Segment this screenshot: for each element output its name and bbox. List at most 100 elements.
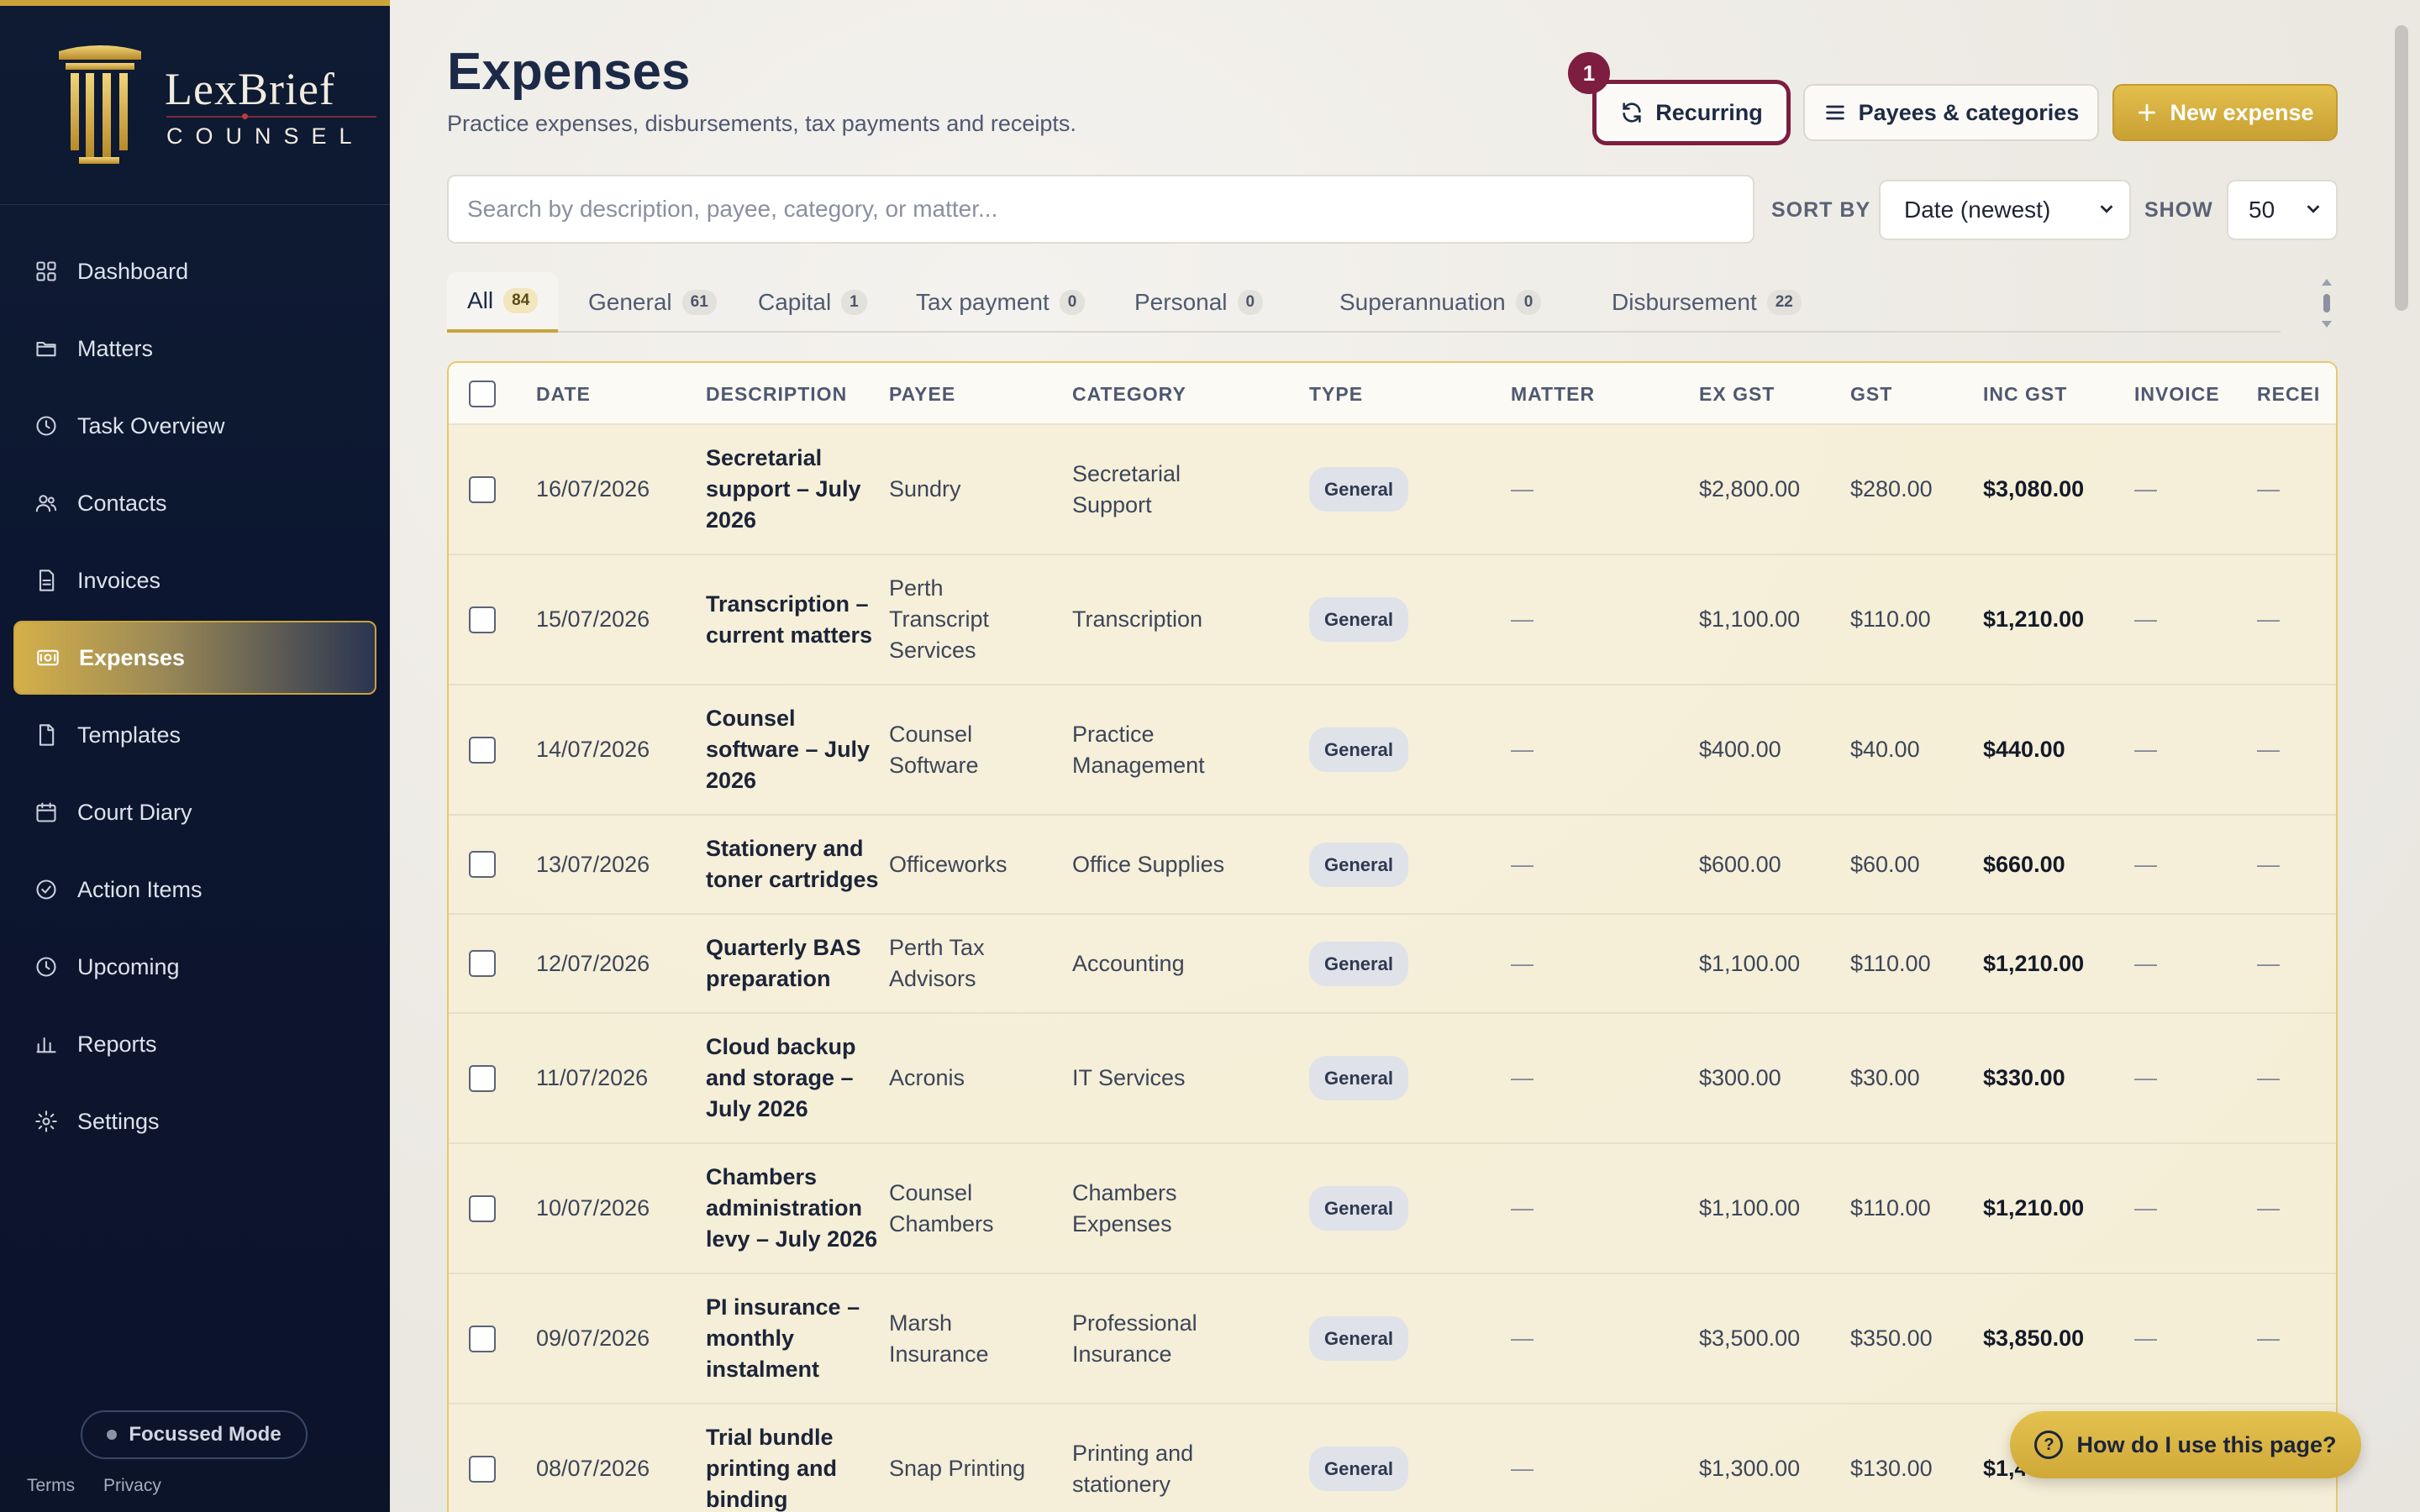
cell-type: General bbox=[1309, 1404, 1408, 1512]
description-line: administration bbox=[706, 1195, 863, 1221]
cell-description[interactable]: Quarterly BAS preparation bbox=[706, 915, 861, 1012]
column-header-matter[interactable]: MATTER bbox=[1511, 363, 1595, 425]
plus-icon bbox=[2136, 102, 2158, 123]
cell-description[interactable]: Stationery and toner cartridges bbox=[706, 816, 879, 913]
sidebar-item-reports[interactable]: Reports bbox=[13, 1007, 376, 1081]
select-all-checkbox[interactable] bbox=[469, 363, 496, 425]
payee-line: Transcript bbox=[889, 606, 990, 632]
cell-description[interactable]: Transcription – current matters bbox=[706, 555, 872, 684]
row-checkbox[interactable] bbox=[469, 816, 496, 913]
table-row[interactable]: 09/07/2026 PI insurance – monthly instalmen… bbox=[449, 1274, 2336, 1404]
sidebar-item-action-items[interactable]: Action Items bbox=[13, 853, 376, 927]
cell-description[interactable]: Cloud backup and storage – July 2026 bbox=[706, 1014, 856, 1142]
type-badge: General bbox=[1309, 1056, 1408, 1100]
cell-description[interactable]: Chambers administration levy – July 2026 bbox=[706, 1144, 877, 1273]
sidebar-item-settings[interactable]: Settings bbox=[13, 1084, 376, 1158]
logo[interactable]: LexBrief COUNSEL bbox=[54, 43, 376, 177]
list-icon bbox=[1823, 101, 1847, 124]
sidebar-item-court-diary[interactable]: Court Diary bbox=[13, 775, 376, 849]
privacy-link[interactable]: Privacy bbox=[103, 1476, 161, 1495]
table-row[interactable]: 12/07/2026 Quarterly BAS preparation Perth … bbox=[449, 915, 2336, 1014]
row-checkbox[interactable] bbox=[469, 1014, 496, 1142]
bar-chart-icon bbox=[34, 1032, 59, 1057]
tab-general[interactable]: General 61 bbox=[588, 272, 717, 333]
row-checkbox[interactable] bbox=[469, 1274, 496, 1403]
column-header-category[interactable]: CATEGORY bbox=[1072, 363, 1186, 425]
payee-line: Advisors bbox=[889, 966, 976, 991]
column-header-description[interactable]: DESCRIPTION bbox=[706, 363, 847, 425]
cell-ex-gst: $600.00 bbox=[1699, 851, 1781, 877]
row-checkbox[interactable] bbox=[469, 1404, 496, 1512]
sidebar-item-templates[interactable]: Templates bbox=[13, 698, 376, 772]
terms-link[interactable]: Terms bbox=[27, 1476, 75, 1495]
cell-inc-gst: $3,080.00 bbox=[1983, 476, 2085, 501]
payees-categories-button[interactable]: Payees & categories bbox=[1803, 84, 2099, 141]
recurring-button[interactable]: Recurring bbox=[1597, 84, 1786, 141]
description-line: software – July bbox=[706, 737, 871, 762]
sidebar-item-matters[interactable]: Matters bbox=[13, 312, 376, 386]
sort-select[interactable]: Date (newest) bbox=[1879, 180, 2131, 240]
search-input[interactable]: Search by description, payee, category, … bbox=[447, 175, 1754, 244]
table-row[interactable]: 13/07/2026 Stationery and toner cartridges… bbox=[449, 816, 2336, 915]
tab-superannuation[interactable]: Superannuation 0 bbox=[1339, 272, 1542, 333]
table-row[interactable]: 15/07/2026 Transcription – current matters… bbox=[449, 555, 2336, 685]
cell-inc-gst: $330.00 bbox=[1983, 1065, 2065, 1090]
row-checkbox[interactable] bbox=[469, 555, 496, 684]
cell-category: IT Services bbox=[1072, 1014, 1186, 1142]
sidebar-item-task-overview[interactable]: Task Overview bbox=[13, 389, 376, 463]
column-header-payee[interactable]: PAYEE bbox=[889, 363, 955, 425]
sidebar-item-dashboard[interactable]: Dashboard bbox=[13, 234, 376, 308]
tab-disbursement[interactable]: Disbursement 22 bbox=[1612, 272, 1802, 333]
payee-line: Services bbox=[889, 638, 976, 663]
table-row[interactable]: 16/07/2026 Secretarial support – July 2026 S… bbox=[449, 425, 2336, 555]
focus-mode-toggle[interactable]: Focussed Mode bbox=[81, 1410, 308, 1459]
cell-date: 12/07/2026 bbox=[536, 950, 650, 976]
cell-receipt: — bbox=[2257, 1195, 2280, 1221]
cell-date: 14/07/2026 bbox=[536, 737, 650, 762]
row-checkbox[interactable] bbox=[469, 425, 496, 554]
cell-ex-gst: $1,100.00 bbox=[1699, 1195, 1801, 1221]
sidebar-item-label: Upcoming bbox=[77, 953, 180, 979]
payee-line: Marsh bbox=[889, 1310, 953, 1336]
table-row[interactable]: 10/07/2026 Chambers administration levy – J… bbox=[449, 1144, 2336, 1274]
cell-date: 15/07/2026 bbox=[536, 606, 650, 632]
column-header-gst[interactable]: GST bbox=[1850, 363, 1892, 425]
cell-description[interactable]: PI insurance – monthly instalment bbox=[706, 1274, 860, 1403]
gear-icon bbox=[34, 1109, 59, 1134]
sidebar-item-label: Dashboard bbox=[77, 258, 189, 284]
payee-line: Insurance bbox=[889, 1341, 989, 1367]
row-checkbox[interactable] bbox=[469, 1144, 496, 1273]
category-line: IT Services bbox=[1072, 1065, 1186, 1090]
category-line: Secretarial bbox=[1072, 460, 1181, 486]
tab-capital[interactable]: Capital 1 bbox=[758, 272, 867, 333]
chevron-down-icon bbox=[2304, 197, 2323, 223]
tab-tax-payment[interactable]: Tax payment 0 bbox=[916, 272, 1086, 333]
row-checkbox[interactable] bbox=[469, 915, 496, 1012]
column-header-ex-gst[interactable]: EX GST bbox=[1699, 363, 1775, 425]
new-expense-button[interactable]: New expense bbox=[2112, 84, 2338, 141]
tab-personal[interactable]: Personal 0 bbox=[1134, 272, 1264, 333]
sidebar-item-invoices[interactable]: Invoices bbox=[13, 543, 376, 617]
column-header-date[interactable]: DATE bbox=[536, 363, 591, 425]
cell-description[interactable]: Counsel software – July 2026 bbox=[706, 685, 870, 814]
show-select[interactable]: 50 bbox=[2227, 180, 2338, 240]
tabs-scroll-handle[interactable] bbox=[2321, 279, 2333, 328]
table-row[interactable]: 14/07/2026 Counsel software – July 2026 Coun… bbox=[449, 685, 2336, 816]
cell-invoice: — bbox=[2134, 851, 2157, 877]
tab-label: Personal bbox=[1134, 289, 1228, 315]
column-header-inc-gst[interactable]: INC GST bbox=[1983, 363, 2067, 425]
page-scrollbar[interactable] bbox=[2395, 25, 2408, 311]
column-header-invoice[interactable]: INVOICE bbox=[2134, 363, 2220, 425]
help-button[interactable]: ? How do I use this page? bbox=[2010, 1411, 2361, 1478]
sidebar-item-contacts[interactable]: Contacts bbox=[13, 466, 376, 540]
tab-all[interactable]: All 84 bbox=[447, 272, 559, 333]
row-checkbox[interactable] bbox=[469, 685, 496, 814]
sidebar-item-upcoming[interactable]: Upcoming bbox=[13, 930, 376, 1004]
column-header-recei[interactable]: RECEI bbox=[2257, 363, 2320, 425]
cell-description[interactable]: Secretarial support – July 2026 bbox=[706, 425, 861, 554]
table-row[interactable]: 11/07/2026 Cloud backup and storage – July … bbox=[449, 1014, 2336, 1144]
sidebar-item-expenses[interactable]: Expenses bbox=[13, 621, 376, 695]
cell-description[interactable]: Trial bundle printing and binding bbox=[706, 1404, 837, 1512]
type-badge: General bbox=[1309, 1186, 1408, 1231]
column-header-type[interactable]: TYPE bbox=[1309, 363, 1363, 425]
